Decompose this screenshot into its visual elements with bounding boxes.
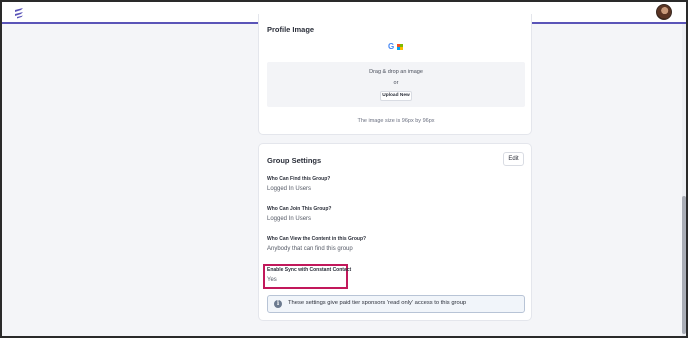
user-avatar[interactable]: [656, 4, 672, 20]
field-value-join: Logged In Users: [267, 216, 312, 222]
group-settings-title: Group Settings: [267, 156, 322, 165]
dropzone-or: or: [393, 80, 399, 86]
microsoft-icon: [397, 44, 403, 50]
field-label-view: Who Can View the Content in this Group?: [267, 236, 367, 242]
profile-image-title: Profile Image: [267, 25, 315, 34]
notice-text: These settings give paid tier sponsors '…: [288, 300, 467, 306]
image-dropzone[interactable]: Drag & drop an image or Upload New: [267, 62, 525, 107]
info-icon: i: [274, 300, 282, 308]
image-size-note: The image size is 96px by 96px: [357, 118, 435, 124]
app-window: Profile Image G Drag & drop an image or …: [0, 0, 688, 338]
profile-image-card: Profile Image G Drag & drop an image or …: [258, 14, 532, 135]
field-label-sync: Enable Sync with Constant Contact: [267, 267, 352, 273]
field-value-view: Anybody that can find this group: [267, 246, 353, 252]
scrollbar-thumb[interactable]: [682, 196, 686, 334]
page-scrollbar[interactable]: [682, 24, 686, 336]
dropzone-instruction: Drag & drop an image: [369, 69, 423, 75]
lightning-logo-icon[interactable]: [12, 6, 26, 20]
google-icon: G: [388, 42, 395, 51]
edit-button[interactable]: Edit: [503, 152, 524, 166]
field-label-find: Who Can Find this Group?: [267, 176, 331, 182]
field-label-join: Who Can Join This Group?: [267, 206, 332, 212]
info-notice: i These settings give paid tier sponsors…: [267, 295, 525, 313]
upload-new-button[interactable]: Upload New: [380, 91, 412, 101]
field-value-sync: Yes: [267, 277, 277, 283]
field-value-find: Logged In Users: [267, 186, 312, 192]
group-settings-card: Group Settings Edit Who Can Find this Gr…: [258, 143, 532, 321]
